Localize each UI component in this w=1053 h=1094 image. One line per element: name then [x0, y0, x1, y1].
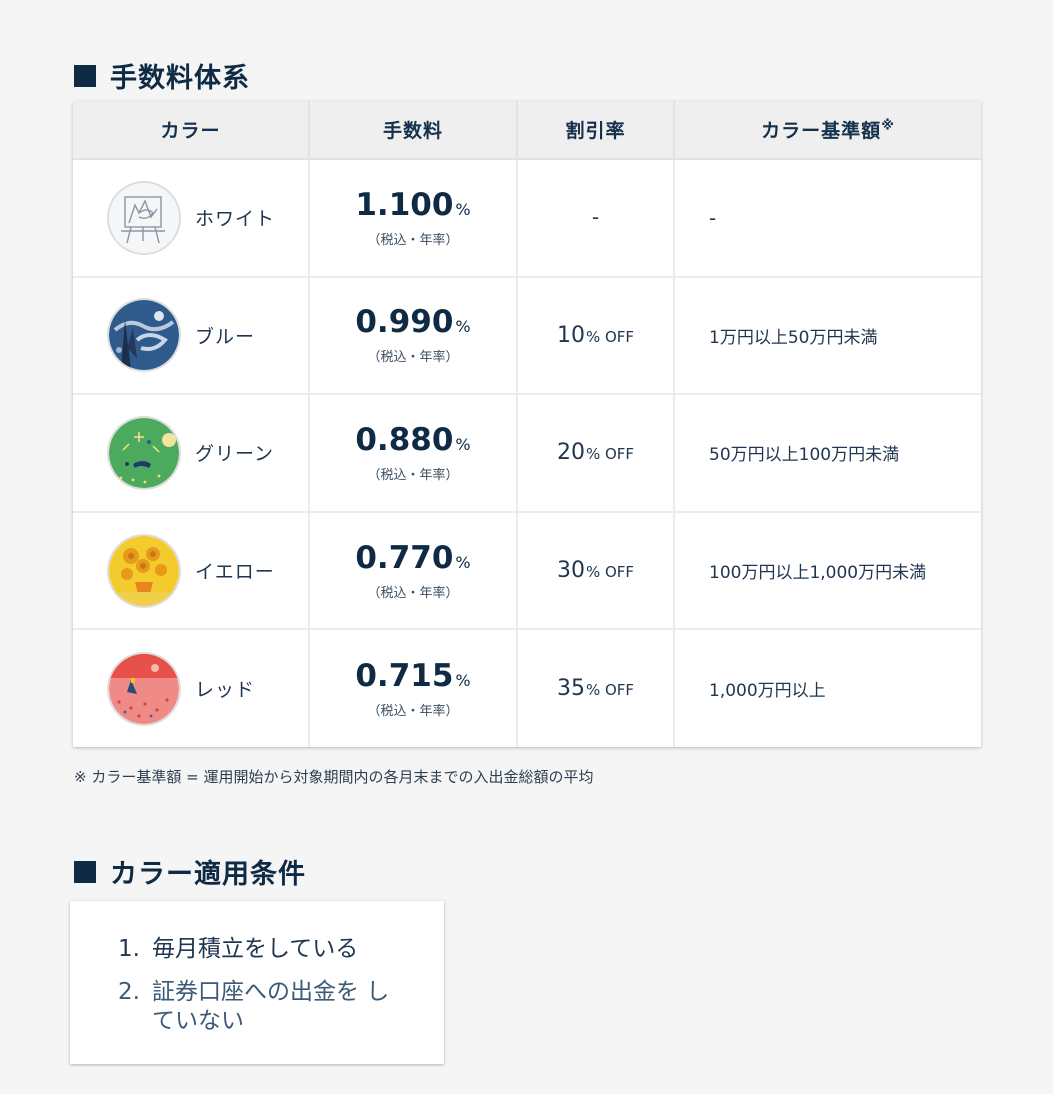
discount-value: 20: [556, 440, 585, 466]
condition-text: 毎月積立をしている: [152, 936, 359, 962]
list-item: 2. 証券口座への出金を していない: [118, 978, 444, 1036]
header-base: カラー基準額※: [674, 101, 981, 160]
base-amount: 50万円以上100万円未満: [709, 445, 900, 466]
base-amount: 100万円以上1,000万円未満: [709, 563, 927, 584]
discount-value: -: [591, 205, 600, 230]
yellow-sunflowers-icon: [109, 535, 179, 606]
fee-value: 0.715%: [355, 657, 471, 694]
discount-unit: % OFF: [585, 563, 635, 582]
base-amount: 1万円以上50万円未満: [709, 327, 878, 348]
discount-unit: % OFF: [585, 327, 635, 346]
fee-value: 0.770%: [355, 539, 471, 576]
color-name: イエロー: [195, 561, 275, 584]
conditions-box: 1. 毎月積立をしている 2. 証券口座への出金を していない: [70, 901, 444, 1064]
header-color: カラー: [73, 101, 310, 160]
fee-note: （税込・年率）: [367, 703, 459, 719]
green-fireworks-icon: [109, 417, 179, 488]
discount-value: 35: [556, 676, 585, 702]
base-amount: -: [709, 205, 717, 230]
square-bullet-icon: [74, 64, 96, 87]
table-row: ブルー 0.990% （税込・年率） 10% OFF 1万円以上50万円未満: [73, 276, 981, 396]
table-row: グリーン 0.880% （税込・年率） 20% OFF 50万円以上100万円未…: [73, 394, 981, 513]
conditions-section-title: カラー適用条件: [74, 852, 306, 891]
fee-table-header: カラー 手数料 割引率 カラー基準額※: [73, 101, 981, 160]
red-sunset-icon: [109, 653, 179, 724]
fee-note: （税込・年率）: [367, 585, 459, 601]
table-row: レッド 0.715% （税込・年率） 35% OFF 1,000万円以上: [73, 629, 981, 747]
base-amount: 1,000万円以上: [709, 681, 826, 702]
list-item: 1. 毎月積立をしている: [118, 936, 359, 962]
footnote-mark: ※: [881, 118, 895, 134]
color-name: ブルー: [195, 325, 256, 348]
fee-value: 1.100%: [355, 186, 471, 223]
blue-starry-night-icon: [109, 300, 179, 371]
footnote: ※ カラー基準額 = 運用開始から対象期間内の各月末までの入出金総額の平均: [74, 768, 594, 786]
fee-value: 0.990%: [355, 304, 471, 341]
table-row: ホワイト 1.100% （税込・年率） - -: [73, 159, 981, 278]
table-row: イエロー 0.770% （税込・年率） 30% OFF 100万円以上1,000…: [73, 511, 981, 631]
fee-note: （税込・年率）: [367, 232, 459, 248]
fee-value: 0.880%: [355, 421, 471, 458]
square-bullet-icon: [74, 860, 96, 883]
discount-unit: % OFF: [585, 681, 635, 700]
fee-section-title: 手数料体系: [74, 56, 250, 95]
color-name: グリーン: [195, 443, 275, 466]
fee-note: （税込・年率）: [367, 467, 459, 483]
discount-unit: % OFF: [585, 445, 635, 464]
discount-value: 10: [556, 322, 585, 348]
white-easel-painting-icon: [109, 182, 179, 253]
fee-table: カラー 手数料 割引率 カラー基準額※ ホワイト 1.100 % （税込・年率）…: [73, 101, 981, 747]
header-discount: 割引率: [517, 101, 675, 160]
fee-note: （税込・年率）: [367, 350, 459, 366]
color-name: ホワイト: [195, 208, 276, 231]
condition-text: 証券口座への出金を していない: [152, 979, 390, 1034]
header-fee: 手数料: [309, 101, 518, 160]
color-name: レッド: [195, 679, 256, 702]
discount-value: 30: [556, 558, 585, 584]
